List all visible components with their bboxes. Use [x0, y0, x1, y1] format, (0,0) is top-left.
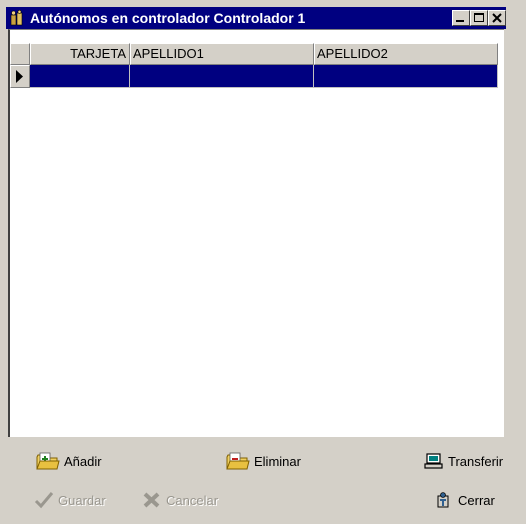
folder-delete-icon: [226, 452, 250, 470]
column-header-apellido2[interactable]: APELLIDO2: [314, 43, 498, 65]
action-toolbar: Añadir Eliminar Transferir: [0, 441, 526, 481]
exit-door-icon: [437, 492, 449, 508]
close-icon: [492, 13, 502, 23]
column-header-tarjeta[interactable]: TARJETA: [30, 43, 130, 65]
close-form-label: Cerrar: [458, 492, 495, 508]
app-icon: [10, 9, 24, 26]
column-header-apellido1[interactable]: APELLIDO1: [130, 43, 314, 65]
save-button[interactable]: Guardar: [34, 487, 106, 513]
cancel-label: Cancelar: [166, 492, 219, 508]
close-form-button[interactable]: Cerrar: [434, 487, 495, 513]
row-indicator[interactable]: [10, 65, 30, 88]
minimize-icon: [456, 20, 464, 22]
current-row-arrow-icon: [16, 70, 23, 83]
grid-corner-header: [10, 43, 30, 65]
add-button[interactable]: Añadir: [36, 448, 102, 474]
table-cell-tarjeta[interactable]: [30, 65, 130, 88]
data-grid[interactable]: TARJETA APELLIDO1 APELLIDO2: [8, 29, 504, 437]
cancel-button[interactable]: Cancelar: [142, 487, 218, 513]
save-label: Guardar: [58, 492, 106, 508]
table-cell-apellido1[interactable]: [130, 65, 314, 88]
window-title: Autónomos en controlador Controlador 1: [30, 10, 306, 26]
maximize-icon: [474, 13, 484, 22]
minimize-button[interactable]: [452, 10, 470, 26]
table-cell-apellido2[interactable]: [314, 65, 498, 88]
transfer-button[interactable]: Transferir: [424, 448, 503, 474]
maximize-button[interactable]: [470, 10, 488, 26]
add-label: Añadir: [64, 453, 102, 469]
delete-label: Eliminar: [254, 453, 301, 469]
autonomos-window: Autónomos en controlador Controlador 1 T…: [0, 0, 526, 524]
checkmark-icon: [34, 492, 54, 509]
folder-add-icon: [36, 452, 60, 470]
title-bar[interactable]: Autónomos en controlador Controlador 1: [6, 7, 506, 29]
delete-button[interactable]: Eliminar: [226, 448, 301, 474]
close-button[interactable]: [488, 10, 506, 26]
transfer-label: Transferir: [448, 453, 504, 469]
cross-icon: [143, 492, 160, 508]
bottom-toolbar: Guardar Cancelar Cerrar: [0, 480, 526, 520]
computer-transfer-icon: [424, 453, 443, 469]
